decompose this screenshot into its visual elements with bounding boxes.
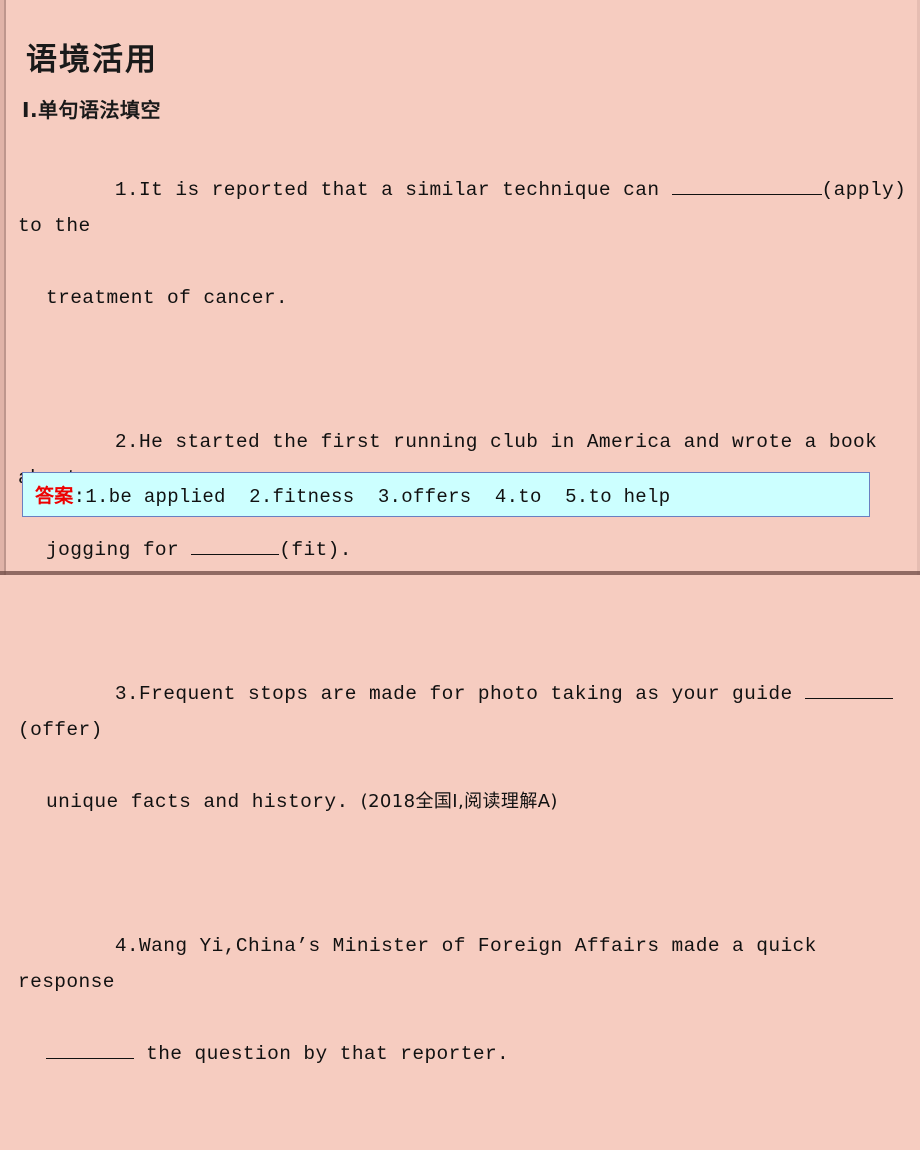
question-item: 5.John offered (help) her with her Engli… xyxy=(18,1144,908,1150)
question-item: 3.Frequent stops are made for photo taki… xyxy=(18,640,908,892)
question-text-continued: unique facts and history. (2018全国Ⅰ,阅读理解A… xyxy=(18,784,908,820)
question-text-continued: the question by that reporter. xyxy=(18,1036,908,1072)
question-text-continued: treatment of cancer. xyxy=(46,287,289,309)
question-text: Wang Yi,China’s Minister of Foreign Affa… xyxy=(18,935,829,993)
question-number: 4. xyxy=(114,935,140,957)
answer-key-label: 答案 xyxy=(35,485,74,507)
question-cue: (offer) xyxy=(18,719,103,741)
answer-key-content: 答案:1.be applied 2.fitness 3.offers 4.to … xyxy=(23,481,670,508)
answer-blank[interactable] xyxy=(804,680,893,699)
question-cue: (fit). xyxy=(279,539,352,561)
question-text: Frequent stops are made for photo taking… xyxy=(139,683,805,705)
question-number: 2. xyxy=(114,431,140,453)
answer-key-box: 答案:1.be applied 2.fitness 3.offers 4.to … xyxy=(22,472,870,517)
slide-content: 语境活用 Ⅰ.单句语法填空 1.It is reported that a si… xyxy=(0,0,920,1066)
question-item: 1.It is reported that a similar techniqu… xyxy=(18,136,908,388)
answer-key-text: 1.be applied 2.fitness 3.offers 4.to 5.t… xyxy=(85,486,671,508)
answer-blank[interactable] xyxy=(46,1040,134,1059)
question-number: 1. xyxy=(114,179,140,201)
answer-key-separator: : xyxy=(73,486,86,508)
question-text-part: jogging for xyxy=(46,539,192,561)
question-item: 4.Wang Yi,China’s Minister of Foreign Af… xyxy=(18,892,908,1144)
question-source-citation: (2018全国Ⅰ,阅读理解A) xyxy=(360,791,558,812)
question-text: It is reported that a similar technique … xyxy=(139,179,672,201)
answer-blank[interactable] xyxy=(671,176,822,195)
question-text-continued: jogging for (fit). xyxy=(18,532,908,568)
answer-blank[interactable] xyxy=(191,536,280,555)
section-heading: Ⅰ.单句语法填空 xyxy=(22,98,162,122)
question-number: 3. xyxy=(114,683,140,705)
question-text-part: the question by that reporter. xyxy=(134,1043,510,1065)
page-title: 语境活用 xyxy=(26,42,158,78)
question-text-part: unique facts and history. xyxy=(46,791,361,813)
question-list: 1.It is reported that a similar techniqu… xyxy=(18,136,908,1150)
slide-canvas: 语境活用 Ⅰ.单句语法填空 1.It is reported that a si… xyxy=(0,0,920,1066)
